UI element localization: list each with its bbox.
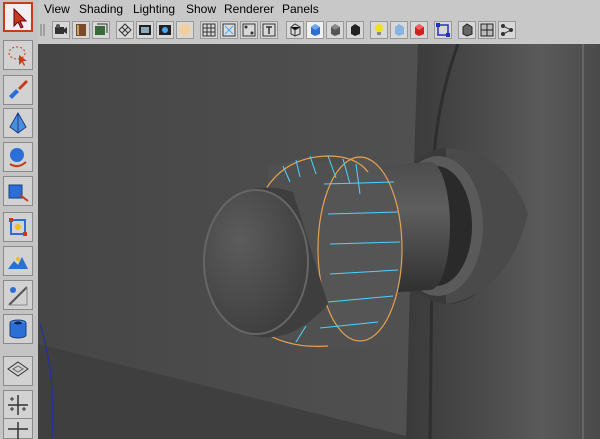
light-bulb-icon	[375, 24, 383, 35]
panel-menu-bar: View Shading Lighting Show Renderer Pane…	[38, 0, 600, 18]
isolate-select-button[interactable]	[434, 21, 452, 39]
wireframe-shading-button[interactable]	[200, 21, 218, 39]
frame-select-icon	[436, 23, 450, 37]
move-tool-button[interactable]	[3, 108, 33, 138]
smooth-shade-button[interactable]	[306, 21, 324, 39]
move-tool-icon	[9, 111, 27, 134]
wireframe-on-shaded-button[interactable]	[478, 21, 496, 39]
panel-toolbar	[38, 18, 600, 45]
smooth-shade-wire-button[interactable]	[220, 21, 238, 39]
layout-single-button[interactable]	[3, 356, 33, 386]
light-cube-icon	[395, 24, 404, 36]
circle-icon	[179, 24, 191, 36]
layout-side-by-side-button[interactable]	[3, 418, 33, 439]
camera-icon	[55, 24, 67, 34]
flat-shade-button[interactable]	[326, 21, 344, 39]
toolbox	[0, 0, 39, 439]
wire-cube-icon	[290, 23, 301, 37]
flat-cube-icon	[331, 24, 340, 36]
dark-cube-icon	[351, 24, 360, 36]
wireframe-icon	[202, 23, 216, 37]
text-button[interactable]	[260, 21, 278, 39]
paint-select-button[interactable]	[3, 75, 33, 105]
smooth-wire-icon	[222, 23, 236, 37]
scale-tool-icon	[8, 184, 29, 202]
grid-cube-icon	[480, 23, 494, 37]
rotate-tool-icon	[9, 148, 27, 168]
use-lights-button[interactable]	[390, 21, 408, 39]
hypershade-button[interactable]	[498, 21, 516, 39]
xray-button[interactable]	[458, 21, 476, 39]
dots-icon	[242, 23, 256, 37]
3d-viewport[interactable]	[38, 44, 600, 439]
grid-icon	[118, 23, 132, 37]
menu-lighting[interactable]: Lighting	[133, 2, 175, 16]
red-cube-icon	[415, 24, 424, 36]
menu-shading[interactable]: Shading	[79, 2, 123, 16]
menu-view[interactable]: View	[44, 2, 70, 16]
xray-cube-icon	[462, 23, 473, 37]
shaded-cube-icon	[311, 24, 320, 36]
bounding-box-button[interactable]	[240, 21, 258, 39]
resolution-gate-button[interactable]	[156, 21, 174, 39]
grip-icon	[40, 24, 45, 36]
show-manipulator-icon	[8, 286, 28, 306]
film-gate-button[interactable]	[136, 21, 154, 39]
show-manipulator-button[interactable]	[3, 280, 33, 310]
paint-select-icon	[9, 80, 28, 99]
universal-manipulator-icon	[9, 218, 27, 236]
menu-renderer[interactable]: Renderer	[224, 2, 274, 16]
image-plane-icon	[95, 23, 108, 35]
grid-button[interactable]	[116, 21, 134, 39]
cylinder-object-icon	[9, 319, 27, 339]
toolbar-handle[interactable]	[38, 21, 48, 39]
safe-title-button[interactable]	[176, 21, 194, 39]
menu-panels[interactable]: Panels	[282, 2, 319, 16]
resolution-gate-icon	[159, 25, 171, 35]
select-camera-button[interactable]	[52, 21, 70, 39]
bookmarks-button[interactable]	[92, 21, 110, 39]
lasso-tool-button[interactable]	[3, 40, 33, 70]
shaded-solid-button[interactable]	[346, 21, 364, 39]
camera-attributes-button[interactable]	[72, 21, 90, 39]
book-icon	[76, 24, 86, 36]
textured-button[interactable]	[410, 21, 428, 39]
soft-modify-icon	[8, 257, 28, 269]
select-tool-icon	[13, 7, 28, 29]
layout-four-button[interactable]	[3, 390, 33, 420]
lasso-tool-icon	[8, 46, 27, 66]
layout-single-icon	[7, 361, 29, 377]
cylinder-object-button[interactable]	[3, 314, 33, 344]
select-tool-button[interactable]	[3, 2, 33, 32]
soft-modify-button[interactable]	[3, 246, 33, 276]
scale-tool-button[interactable]	[3, 176, 33, 206]
node-graph-icon	[501, 24, 513, 36]
text-icon	[262, 23, 276, 37]
layout-side-by-side-icon	[8, 422, 28, 439]
viewport-scene	[38, 44, 600, 439]
universal-manipulator-button[interactable]	[3, 212, 33, 242]
film-gate-icon	[139, 25, 151, 35]
default-lighting-button[interactable]	[370, 21, 388, 39]
rotate-tool-button[interactable]	[3, 142, 33, 172]
layout-four-icon	[8, 395, 28, 415]
wireframe-mode-button[interactable]	[286, 21, 304, 39]
menu-show[interactable]: Show	[186, 2, 216, 16]
